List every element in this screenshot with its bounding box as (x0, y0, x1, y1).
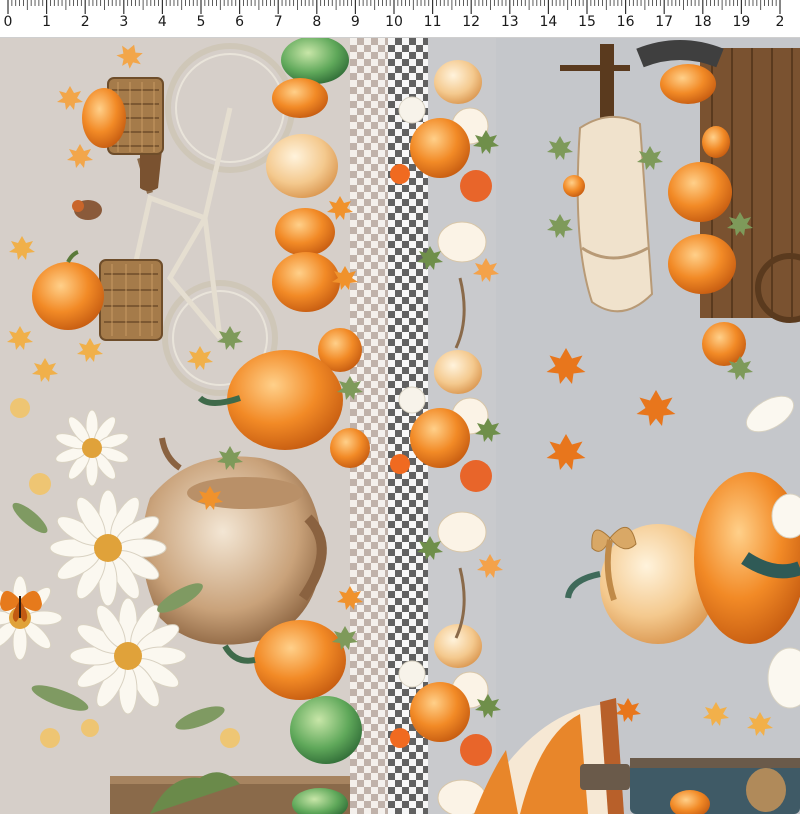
ruler-label: 6 (235, 14, 245, 30)
pumpkin-illustration (82, 88, 126, 148)
ruler-label: 17 (655, 14, 674, 30)
ruler-label: 2 (80, 14, 90, 30)
stacked-pumpkins-illustration (565, 472, 800, 644)
ruler-label: 8 (312, 14, 322, 30)
ruler-label: 0 (3, 14, 13, 30)
clay-pitcher-illustration (142, 437, 327, 645)
striped-tent-illustration (474, 698, 624, 814)
autumn-foliage (703, 702, 773, 736)
ruler-label: 19 (732, 14, 751, 30)
measurement-ruler: 0 1 2 3 4 5 6 7 8 9 10 11 12 13 14 15 16 17 18 19 2 (0, 0, 800, 38)
pumpkin-column-left (197, 38, 370, 764)
fabric-artwork (0, 38, 800, 814)
ruler-label: 3 (119, 14, 129, 30)
ruler-label: 5 (196, 14, 206, 30)
ruler-label: 4 (157, 14, 167, 30)
ruler-label: 18 (693, 14, 712, 30)
ruler-label: 1 (42, 14, 52, 30)
burlap-sack-illustration (563, 115, 654, 313)
pumpkin-border-repeat (390, 60, 492, 814)
ruler-label: 14 (539, 14, 558, 30)
ruler-label: 10 (385, 14, 403, 30)
ruler-label: 7 (273, 14, 283, 30)
ruler-label: 2 (775, 14, 785, 30)
ruler-label: 13 (500, 14, 519, 30)
wicker-basket-icon (99, 259, 163, 341)
ruler-label: 9 (350, 14, 360, 30)
fabric-print-canvas (0, 38, 800, 814)
wooden-crate-illustration (110, 772, 350, 814)
ruler-label: 12 (462, 14, 481, 30)
ruler-label: 15 (578, 14, 596, 30)
ruler-label: 11 (423, 14, 442, 30)
robin-bird-illustration (72, 200, 102, 220)
pumpkin-illustration (32, 262, 104, 330)
ruler-label: 16 (616, 14, 635, 30)
